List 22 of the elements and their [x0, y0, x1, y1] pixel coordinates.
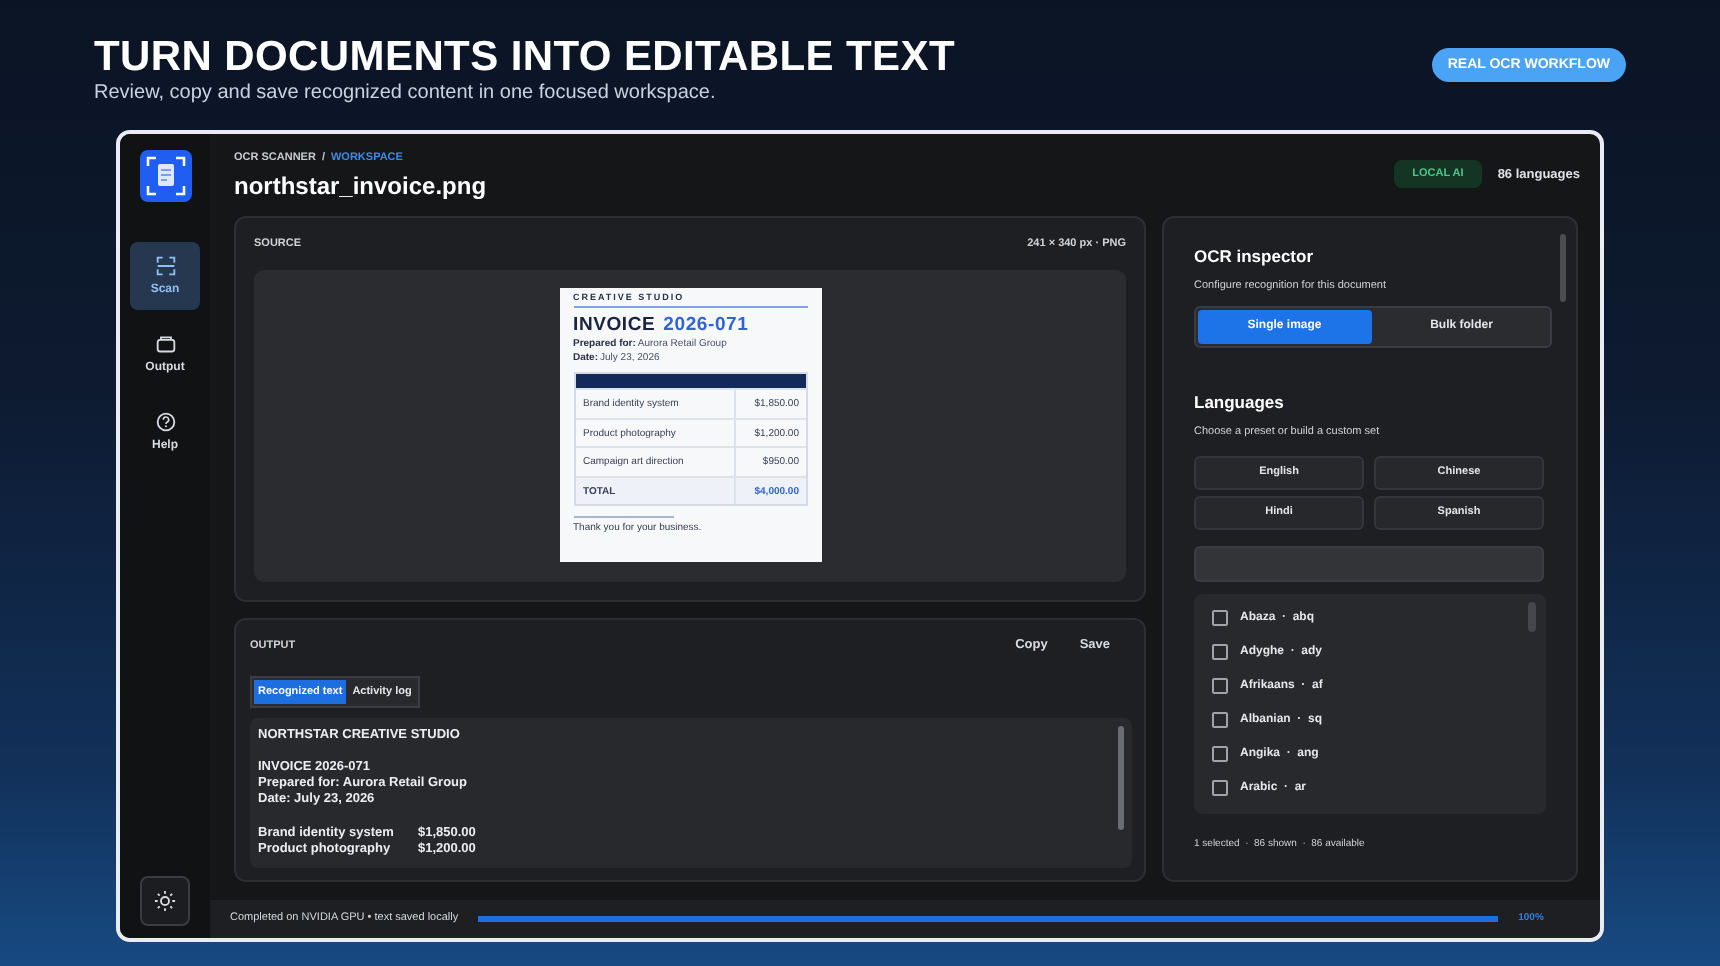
page-subtitle: Review, copy and save recognized content in one focused workspace. [94, 82, 718, 104]
checkbox[interactable] [1212, 678, 1228, 695]
scrollbar[interactable] [1560, 233, 1566, 302]
checkbox[interactable] [1212, 644, 1228, 661]
page-title: TURN DOCUMENTS INTO EDITABLE TEXT [94, 34, 955, 82]
scan-icon [155, 256, 175, 276]
checkbox[interactable] [1212, 780, 1228, 797]
tray-icon [155, 334, 175, 354]
theme-button[interactable] [140, 876, 190, 926]
search-field[interactable] [1194, 545, 1544, 582]
invoice-title: INVOICE [573, 314, 656, 337]
help-icon [155, 412, 175, 432]
inspector-title: OCR inspector [1194, 245, 1316, 266]
checkbox[interactable] [1212, 712, 1228, 729]
app-logo-icon [139, 150, 191, 202]
checkbox[interactable] [1212, 746, 1228, 763]
checkbox[interactable] [1212, 610, 1228, 627]
scrollbar[interactable] [1118, 725, 1124, 830]
section-title: Languages [1194, 391, 1286, 412]
invoice-number: 2026-071 [663, 314, 749, 337]
sun-icon [154, 890, 176, 912]
file-title: northstar_invoice.png [234, 172, 487, 200]
